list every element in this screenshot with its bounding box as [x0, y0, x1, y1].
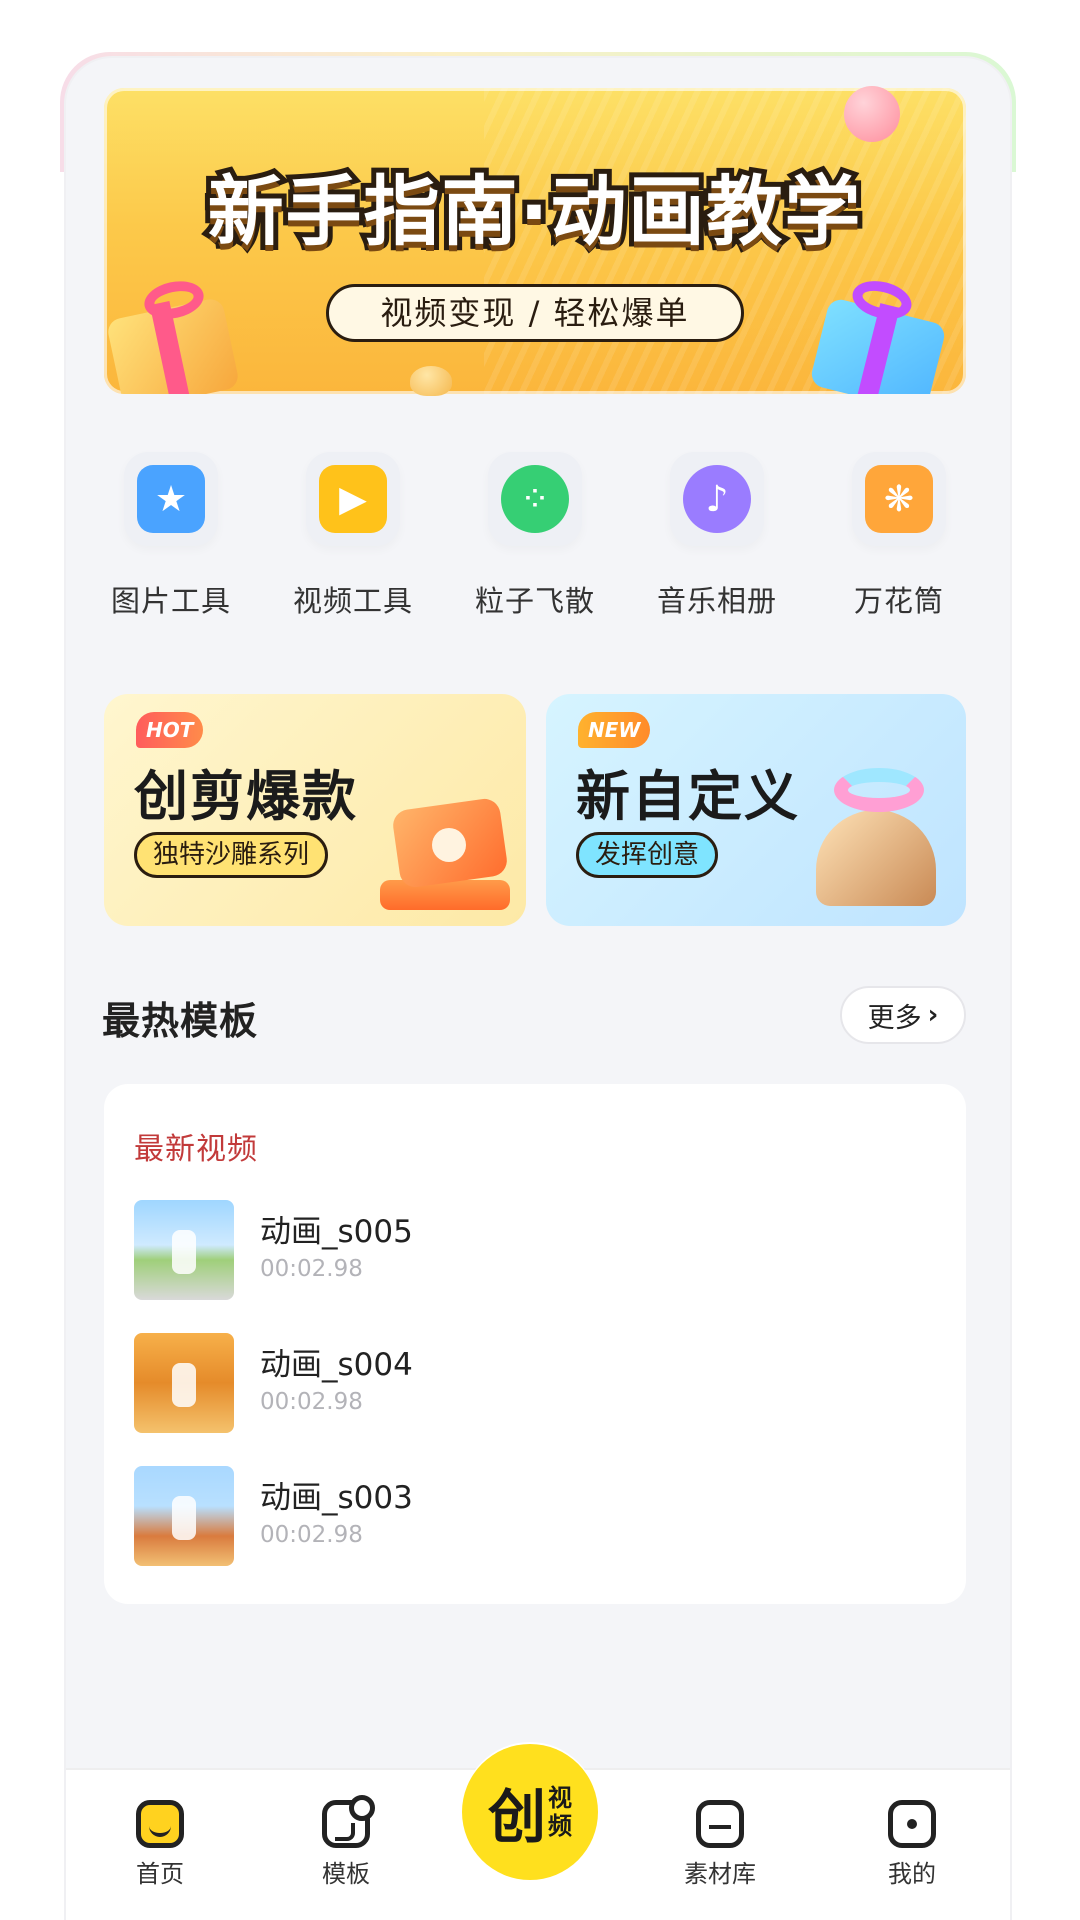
recent-videos-card: 最新视频 动画_s005 00:02.98 动画_s004 00:02.98 动… [104, 1084, 966, 1604]
tool-image[interactable]: ★ 图片工具 [96, 452, 246, 632]
nav-home[interactable]: 首页 [100, 1800, 220, 1889]
list-item[interactable]: 动画_s004 00:02.98 [134, 1333, 934, 1433]
more-button[interactable]: 更多 › [840, 986, 966, 1044]
list-item[interactable]: 动画_s005 00:02.98 [134, 1200, 934, 1300]
tool-label: 图片工具 [110, 584, 231, 618]
nav-label: 我的 [888, 1860, 936, 1888]
template-icon [322, 1795, 375, 1848]
kaleidoscope-icon: ❋ [865, 465, 933, 533]
nav-label: 素材库 [684, 1860, 756, 1888]
home-icon [136, 1800, 184, 1848]
library-icon [696, 1800, 744, 1848]
music-heart-icon: ♪ [683, 465, 751, 533]
profile-icon [888, 1800, 936, 1848]
video-name: 动画_s004 [260, 1347, 413, 1383]
decor-ball [410, 366, 452, 396]
create-label: 创 [487, 1783, 546, 1851]
promo-chip: 发挥创意 [576, 832, 719, 878]
particles-icon: ⁘ [501, 465, 569, 533]
tool-label: 视频工具 [292, 584, 413, 618]
section-title: 最热模板 [102, 990, 259, 1045]
hot-badge: HOT [136, 712, 204, 748]
nav-template[interactable]: 模板 [286, 1795, 406, 1889]
tool-label: 粒子飞散 [474, 584, 595, 618]
tool-label: 万花筒 [853, 584, 944, 618]
video-thumbnail [134, 1200, 234, 1300]
list-heading: 最新视频 [134, 1132, 258, 1167]
guide-banner[interactable]: 新手指南·动画教学 视频变现 / 轻松爆单 [104, 88, 966, 394]
tool-grid: ★ 图片工具 ▶ 视频工具 ⁘ 粒子飞散 ♪ 音乐相册 ❋ 万花筒 [96, 452, 978, 632]
promo-title: 新自定义 [576, 765, 800, 828]
video-duration: 00:02.98 [260, 1256, 363, 1282]
banner-subtitle: 视频变现 / 轻松爆单 [326, 284, 744, 342]
gift-box-icon [104, 268, 244, 394]
tool-label: 音乐相册 [656, 584, 777, 618]
chevron-right-icon: › [927, 1000, 939, 1030]
create-sub-char: 频 [548, 1812, 572, 1840]
nav-label: 首页 [136, 1860, 184, 1888]
more-label: 更多 [867, 1002, 922, 1034]
star-image-icon: ★ [137, 465, 205, 533]
video-duration: 00:02.98 [260, 1389, 363, 1415]
list-item[interactable]: 动画_s003 00:02.98 [134, 1466, 934, 1566]
tool-music-album[interactable]: ♪ 音乐相册 [642, 452, 792, 632]
nav-label: 模板 [322, 1860, 370, 1888]
gift-box-icon [804, 266, 948, 394]
bell-icon [796, 754, 956, 914]
promo-card-hot[interactable]: HOT 创剪爆款 独特沙雕系列 [104, 694, 526, 926]
nav-library[interactable]: 素材库 [660, 1800, 780, 1889]
banner-title: 新手指南·动画教学 [203, 162, 866, 261]
app-screen: 新手指南·动画教学 视频变现 / 轻松爆单 ★ 图片工具 ▶ 视频工具 ⁘ 粒子… [0, 0, 1080, 1920]
decor-ball [844, 86, 900, 142]
create-sub-char: 视 [548, 1784, 572, 1812]
promo-chip: 独特沙雕系列 [134, 832, 329, 878]
new-badge: NEW [578, 712, 651, 748]
create-sub-label: 视 频 [548, 1784, 572, 1840]
video-name: 动画_s003 [260, 1480, 413, 1516]
tool-particles[interactable]: ⁘ 粒子飞散 [460, 452, 610, 632]
video-camera-icon: ▶ [319, 465, 387, 533]
video-duration: 00:02.98 [260, 1522, 363, 1548]
video-name: 动画_s005 [260, 1214, 413, 1250]
promo-title: 创剪爆款 [134, 765, 358, 828]
create-video-button[interactable]: 创 视 频 [462, 1744, 598, 1880]
promo-card-new[interactable]: NEW 新自定义 发挥创意 [546, 694, 966, 926]
nav-me[interactable]: 我的 [852, 1800, 972, 1889]
tool-video[interactable]: ▶ 视频工具 [278, 452, 428, 632]
video-thumbnail [134, 1466, 234, 1566]
tool-kaleidoscope[interactable]: ❋ 万花筒 [824, 452, 974, 632]
video-thumbnail [134, 1333, 234, 1433]
clapper-camera-icon [370, 784, 520, 914]
